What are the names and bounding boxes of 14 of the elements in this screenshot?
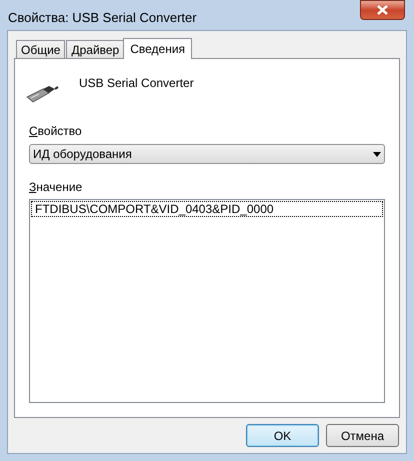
property-dropdown[interactable]: ИД оборудования bbox=[29, 144, 385, 164]
tab[interactable]: Драйвер bbox=[66, 40, 124, 58]
dialog-button[interactable]: Отмена bbox=[326, 424, 399, 447]
dropdown-arrow-icon bbox=[373, 152, 381, 156]
device-name: USB Serial Converter bbox=[79, 75, 194, 92]
window-title: Свойства: USB Serial Converter bbox=[8, 9, 197, 27]
list-item[interactable]: FTDIBUS\COMPORT&VID_0403&PID_0000 bbox=[31, 201, 383, 217]
close-icon bbox=[377, 5, 388, 15]
close-button[interactable] bbox=[360, 0, 405, 20]
tab[interactable]: Общие bbox=[16, 40, 66, 58]
value-label: Значение bbox=[29, 179, 84, 196]
dialog-button[interactable]: OK bbox=[246, 424, 319, 447]
tab[interactable]: Сведения bbox=[123, 38, 192, 59]
property-label: Свойство bbox=[29, 123, 83, 140]
